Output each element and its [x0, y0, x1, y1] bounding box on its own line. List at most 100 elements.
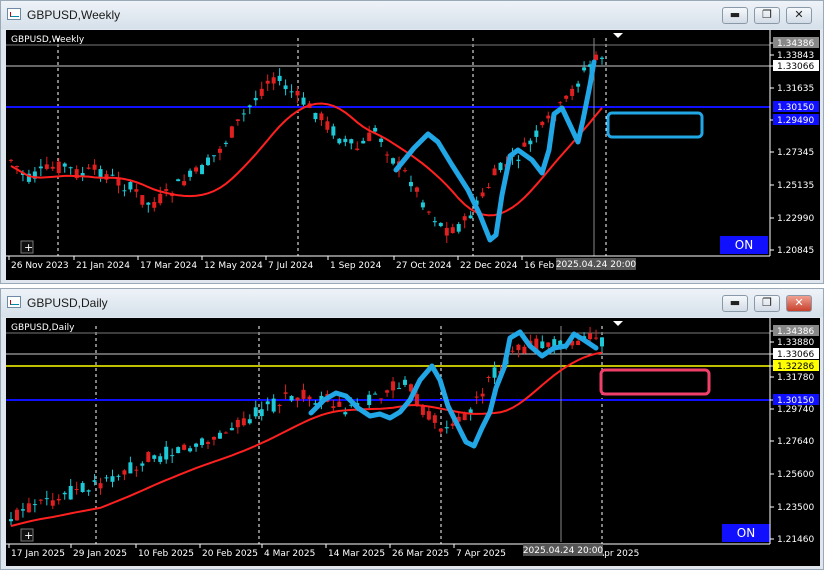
candle-body [140, 195, 145, 205]
candle-body [403, 379, 407, 385]
daily-chart-canvas[interactable]: GBPUSD,Daily + ON 1.343861.33880 1.33066 1… [6, 318, 820, 566]
daily-shift-marker-icon [613, 321, 623, 326]
candle-body [68, 485, 73, 500]
candle-body [558, 102, 563, 104]
daily-candles [9, 326, 604, 526]
candle-body [474, 396, 479, 398]
price-tick-label: 1.27640 [777, 437, 814, 447]
candle-body [271, 398, 276, 412]
candle-body [217, 148, 222, 153]
candle-body [14, 509, 19, 521]
candle-body [235, 419, 240, 428]
candle-body [116, 178, 121, 186]
daily-target-box[interactable] [599, 368, 711, 396]
candle-body [397, 388, 402, 390]
weekly-chart-window[interactable]: GBPUSD,Weekly ▬ ❐ ✕ GBPUSD,Weekly + ON 1… [0, 0, 824, 284]
price-tick-label: 1.31780 [777, 373, 814, 383]
chart-window-icon [7, 8, 21, 20]
candle-body [116, 475, 121, 477]
restore-button[interactable]: ❐ [754, 295, 780, 312]
candle-body [206, 442, 210, 444]
date-tick-label: 26 Mar 2025 [392, 549, 449, 559]
date-tick-label: 21 Jan 2024 [76, 261, 130, 271]
weekly-chart-area[interactable]: GBPUSD,Weekly + ON 1.34386 1.33843 1.33066… [6, 30, 820, 280]
minimize-button[interactable]: ▬ [722, 7, 748, 24]
weekly-zoom-plus: + [24, 241, 33, 254]
candle-body [325, 121, 330, 130]
price-tick-label: 1.21460 [777, 535, 814, 545]
candle-body [68, 167, 73, 169]
date-tick-label: 20 Feb 2025 [202, 549, 258, 559]
candle-body [540, 121, 545, 126]
restore-button[interactable]: ❐ [754, 7, 780, 24]
daily-trend-drawing[interactable] [308, 329, 599, 449]
minimize-button[interactable]: ▬ [722, 295, 748, 312]
date-tick-label: 16 Feb [524, 261, 555, 271]
candle-body [444, 227, 449, 236]
weekly-target-box[interactable] [606, 111, 704, 139]
date-tick-label: 4 Mar 2025 [264, 549, 315, 559]
candle-body [182, 181, 187, 186]
candle-body [391, 158, 396, 164]
candle-body [206, 157, 210, 166]
candle-body [235, 119, 240, 121]
candle-body [44, 498, 49, 500]
candle-body [546, 115, 551, 119]
date-tick-label: 17 Mar 2024 [140, 261, 197, 271]
candle-body [283, 85, 288, 90]
candle-body [92, 164, 97, 170]
price-tick-label: 1.33880 [777, 338, 814, 348]
candle-body [194, 443, 199, 447]
close-button[interactable]: ✕ [786, 7, 812, 24]
candle-body [301, 97, 306, 105]
price-tick-label: 1.34386 [777, 39, 814, 49]
candle-body [170, 455, 175, 457]
daily-window-title: GBPUSD,Daily [27, 296, 108, 310]
candle-body [56, 161, 61, 174]
candle-body [188, 170, 193, 177]
chart-window-icon [7, 296, 21, 308]
candle-body [594, 337, 599, 339]
daily-chart-area[interactable]: GBPUSD,Daily + ON 1.34386 1.33880 1.33066 1… [6, 318, 820, 566]
candle-body [373, 393, 378, 395]
candle-body [200, 438, 205, 446]
candle-body [438, 428, 443, 432]
candle-body [289, 395, 294, 401]
weekly-price-axis: 1.34386 1.338431.33066 1.31635 1.29490 1.273… [769, 30, 819, 256]
candle-body [522, 346, 527, 354]
close-button[interactable]: ✕ [786, 295, 812, 312]
candle-body [176, 447, 181, 454]
candle-body [420, 202, 425, 208]
weekly-on-label: ON [735, 238, 753, 252]
daily-chart-window[interactable]: GBPUSD,Daily ▬ ❐ ✕ GBPUSD,Daily + ON 1.3… [0, 288, 824, 570]
candle-body [122, 190, 127, 192]
candle-body [9, 159, 13, 161]
candle-body [110, 174, 115, 176]
candle-body [134, 189, 139, 192]
candle-body [283, 392, 288, 394]
candle-body [14, 166, 19, 168]
date-tick-label: 26 Nov 2023 [11, 261, 69, 271]
candle-body [38, 499, 43, 501]
daily-on-label: ON [737, 526, 755, 540]
weekly-titlebar[interactable]: GBPUSD,Weekly ▬ ❐ ✕ [1, 1, 823, 29]
candle-body [480, 393, 485, 397]
price-tick-label: 1.25135 [777, 181, 814, 191]
candle-body [188, 448, 193, 452]
weekly-chart-canvas[interactable]: GBPUSD,Weekly + ON 1.34386 1.338431.33066… [6, 30, 820, 280]
candle-body [456, 224, 461, 232]
candle-body [277, 75, 282, 81]
candle-body [134, 469, 139, 471]
candle-body [414, 187, 419, 192]
candle-body [588, 333, 593, 340]
candle-body [259, 88, 264, 96]
candle-body [211, 436, 216, 440]
candle-body [104, 477, 109, 479]
daily-titlebar[interactable]: GBPUSD,Daily ▬ ❐ ✕ [1, 289, 823, 317]
candle-body [128, 182, 133, 190]
candle-body [80, 482, 85, 493]
candle-body [582, 67, 587, 71]
candle-body [534, 130, 539, 137]
weekly-candles [9, 51, 604, 243]
candle-body [432, 415, 437, 423]
